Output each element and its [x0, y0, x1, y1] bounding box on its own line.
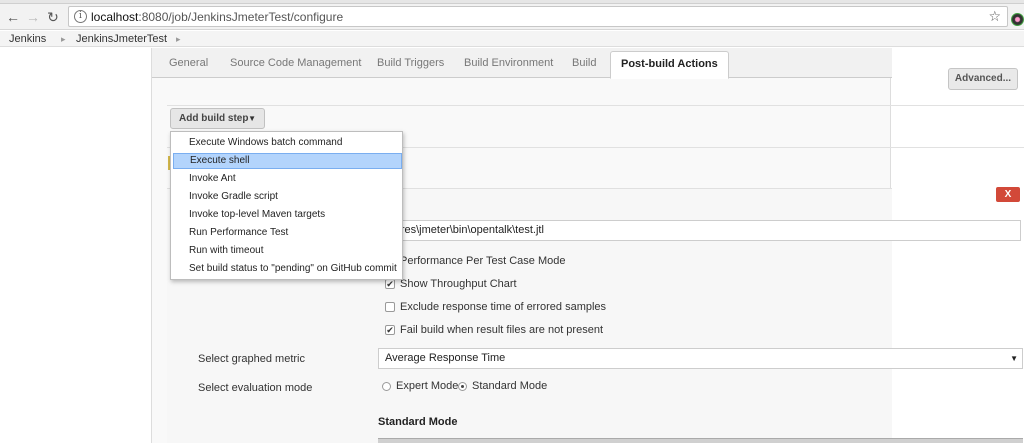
table-header-bar [378, 438, 1023, 443]
menu-item-run-with-timeout[interactable]: Run with timeout [173, 243, 402, 259]
dropdown-arrow-icon: ▼ [1010, 354, 1018, 363]
expert-mode-radio[interactable] [382, 382, 391, 391]
tab-build-triggers[interactable]: Build Triggers [377, 57, 444, 69]
job-config-form: General Source Code Management Build Tri… [151, 48, 1023, 443]
report-files-input[interactable]: C:\softwares\jmeter\bin\opentalk\test.jt… [378, 220, 1021, 241]
standard-mode-heading: Standard Mode [378, 416, 458, 428]
breadcrumb-job[interactable]: JenkinsJmeterTest [76, 33, 167, 45]
menu-item-invoke-ant[interactable]: Invoke Ant [173, 171, 402, 187]
graphed-metric-select[interactable]: Average Response Time ▼ [378, 348, 1023, 369]
right-column: Advanced... [891, 48, 1024, 443]
breadcrumb-separator-icon[interactable]: ▸ [176, 34, 181, 45]
url-text: localhost:8080/job/JenkinsJmeterTest/con… [91, 10, 344, 24]
address-bar[interactable]: i localhost:8080/job/JenkinsJmeterTest/c… [68, 6, 1008, 27]
side-panel [0, 48, 151, 443]
divider [891, 105, 1024, 106]
advanced-button[interactable]: Advanced... [948, 68, 1018, 90]
exclude-errored-checkbox[interactable] [385, 302, 395, 312]
standard-mode-label: Standard Mode [472, 380, 548, 392]
tab-source-code-management[interactable]: Source Code Management [230, 57, 361, 69]
expert-mode-label: Expert Mode [396, 380, 459, 392]
menu-item-set-build-status[interactable]: Set build status to "pending" on GitHub … [173, 261, 402, 277]
show-throughput-checkbox[interactable]: ✔ [385, 279, 395, 289]
menu-item-execute-shell[interactable]: Execute shell [173, 153, 402, 169]
menu-item-invoke-gradle[interactable]: Invoke Gradle script [173, 189, 402, 205]
fail-build-checkbox[interactable]: ✔ [385, 325, 395, 335]
divider [891, 147, 1024, 148]
standard-mode-radio[interactable] [458, 382, 467, 391]
breadcrumb-jenkins[interactable]: Jenkins [9, 33, 46, 45]
add-build-step-label: Add build step [179, 113, 249, 124]
tab-build-environment[interactable]: Build Environment [464, 57, 553, 69]
config-tabs: General Source Code Management Build Tri… [152, 48, 892, 79]
tab-build[interactable]: Build [572, 57, 596, 69]
delete-button[interactable]: X [996, 187, 1020, 202]
checkbox-label: Show Throughput Chart [400, 278, 517, 290]
browser-toolbar: ← → ↻ i localhost:8080/job/JenkinsJmeter… [0, 4, 1024, 30]
breadcrumb: Jenkins ▸ JenkinsJmeterTest ▸ [0, 31, 1024, 47]
add-build-step-button[interactable]: Add build step ▼ [170, 108, 265, 129]
evaluation-mode-label: Select evaluation mode [198, 382, 313, 394]
add-build-step-menu: Execute Windows batch command Execute sh… [170, 131, 403, 280]
checkbox-label: Performance Per Test Case Mode [400, 255, 566, 267]
graphed-metric-value: Average Response Time [385, 352, 506, 364]
divider [167, 105, 892, 106]
info-icon[interactable]: i [74, 10, 87, 23]
menu-item-execute-windows-batch[interactable]: Execute Windows batch command [173, 135, 402, 151]
back-arrow-icon[interactable]: ← [4, 8, 22, 26]
menu-item-invoke-maven[interactable]: Invoke top-level Maven targets [173, 207, 402, 223]
reload-icon[interactable]: ↻ [44, 8, 62, 26]
checkbox-label: Exclude response time of errored samples [400, 301, 607, 313]
extension-icon[interactable] [1011, 13, 1024, 26]
bookmark-star-icon[interactable]: ☆ [988, 8, 1001, 25]
breadcrumb-separator-icon[interactable]: ▸ [61, 34, 66, 45]
caret-down-icon: ▼ [248, 114, 256, 123]
forward-arrow-icon[interactable]: → [24, 8, 42, 26]
tab-general[interactable]: General [169, 57, 208, 69]
menu-item-run-performance-test[interactable]: Run Performance Test [173, 225, 402, 241]
tab-post-build-actions[interactable]: Post-build Actions [610, 51, 729, 79]
checkbox-label: Fail build when result files are not pre… [400, 324, 603, 336]
graphed-metric-label: Select graphed metric [198, 353, 305, 365]
